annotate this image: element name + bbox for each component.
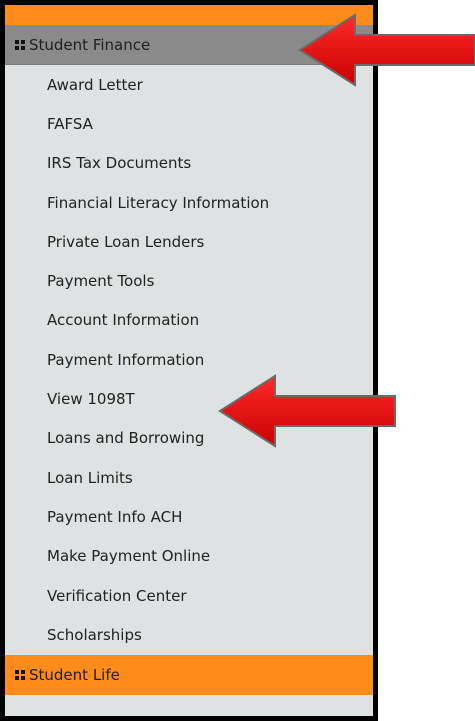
menu-item-payment-information[interactable]: Payment Information	[5, 340, 373, 379]
student-life-label: Student Life	[29, 666, 120, 684]
student-life-header[interactable]: Student Life	[5, 655, 373, 695]
menu-item-make-payment-online[interactable]: Make Payment Online	[5, 537, 373, 576]
menu-item-loan-limits[interactable]: Loan Limits	[5, 458, 373, 497]
student-finance-menu: Award Letter FAFSA IRS Tax Documents Fin…	[5, 65, 373, 655]
menu-item-private-loan-lenders[interactable]: Private Loan Lenders	[5, 222, 373, 261]
menu-item-account-information[interactable]: Account Information	[5, 301, 373, 340]
grid-icon	[15, 39, 25, 50]
red-arrow-icon	[218, 374, 396, 448]
menu-item-payment-info-ach[interactable]: Payment Info ACH	[5, 497, 373, 536]
grid-icon	[15, 670, 25, 680]
screenshot-stage: Student Finance Award Letter FAFSA IRS T…	[0, 0, 475, 721]
student-sidebar: Student Finance Award Letter FAFSA IRS T…	[0, 0, 378, 721]
menu-item-fafsa[interactable]: FAFSA	[5, 104, 373, 143]
menu-item-verification-center[interactable]: Verification Center	[5, 576, 373, 615]
student-finance-label: Student Finance	[29, 35, 151, 54]
menu-item-financial-literacy[interactable]: Financial Literacy Information	[5, 183, 373, 222]
menu-item-scholarships[interactable]: Scholarships	[5, 615, 373, 654]
red-arrow-icon	[298, 13, 475, 87]
menu-item-irs-tax-documents[interactable]: IRS Tax Documents	[5, 144, 373, 183]
menu-item-payment-tools[interactable]: Payment Tools	[5, 261, 373, 300]
